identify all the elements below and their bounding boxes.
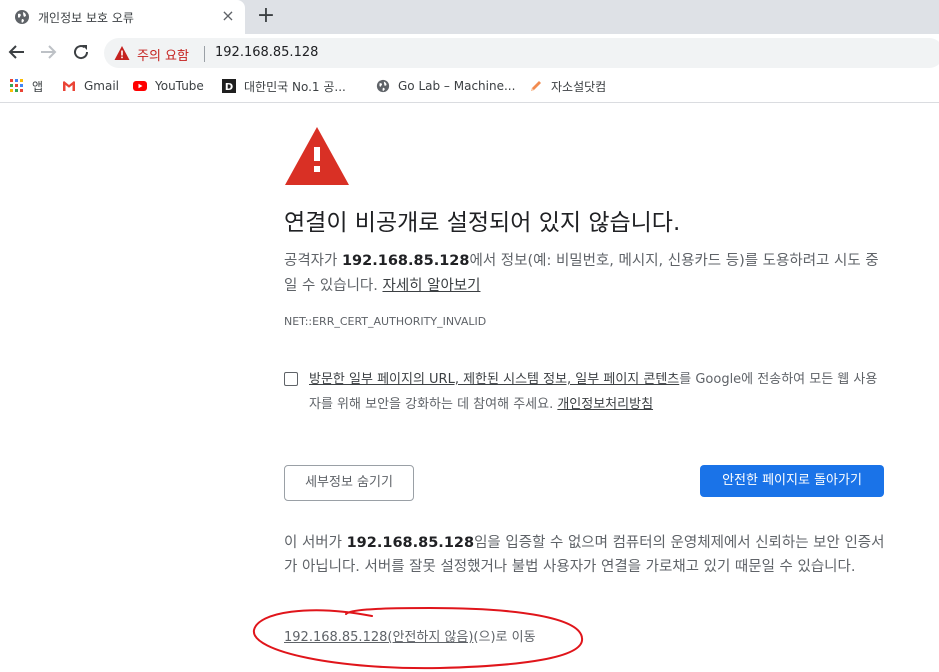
reload-icon[interactable] xyxy=(69,40,93,64)
bookmark-label: 대한민국 No.1 공... xyxy=(244,79,346,94)
detail-text: 이 서버가 xyxy=(284,535,347,551)
bookmark-label: 자소설닷컴 xyxy=(551,79,607,94)
new-tab-button[interactable]: + xyxy=(255,5,277,27)
tab-title: 개인정보 보호 오류 xyxy=(38,11,134,25)
bookmark-youtube[interactable]: YouTube xyxy=(133,77,204,95)
privacy-policy-link[interactable]: 개인정보처리방침 xyxy=(557,397,653,412)
bookmark-golab[interactable]: Go Lab – Machine... xyxy=(376,77,515,95)
back-to-safety-button[interactable]: 안전한 페이지로 돌아가기 xyxy=(700,465,884,497)
desc-host: 192.168.85.128 xyxy=(341,253,470,269)
optin-data-link[interactable]: 방문한 일부 페이지의 URL, 제한된 시스템 정보, 일부 페이지 콘텐츠 xyxy=(309,372,679,387)
optin-text: 방문한 일부 페이지의 URL, 제한된 시스템 정보, 일부 페이지 콘텐츠를… xyxy=(309,367,889,417)
not-secure-label[interactable]: 주의 요함 xyxy=(137,45,189,64)
gmail-icon xyxy=(63,81,75,91)
warning-triangle-icon[interactable] xyxy=(114,45,130,61)
desc-text: 공격자가 xyxy=(284,253,342,269)
address-bar[interactable]: 주의 요함 192.168.85.128 xyxy=(104,38,939,68)
hide-details-button[interactable]: 세부정보 숨기기 xyxy=(284,465,414,501)
bookmarks-bar: 앱 Gmail YouTube D 대한민국 No.1 공... Go Lab … xyxy=(0,70,939,103)
bookmark-label: Gmail xyxy=(84,79,120,93)
globe-icon xyxy=(376,79,390,93)
apps-grid-icon xyxy=(10,79,23,92)
youtube-icon xyxy=(133,81,147,91)
globe-icon xyxy=(15,10,29,24)
bookmark-label: 앱 xyxy=(32,79,44,94)
bookmark-jasoseol[interactable]: 자소설닷컴 xyxy=(529,77,606,95)
close-tab-icon[interactable]: × xyxy=(218,6,238,26)
warning-description: 공격자가 192.168.85.128에서 정보(예: 비밀번호, 메시지, 신… xyxy=(284,249,884,299)
detail-host: 192.168.85.128 xyxy=(346,535,475,551)
bookmark-dongA[interactable]: D 대한민국 No.1 공... xyxy=(222,77,346,95)
bookmark-apps[interactable]: 앱 xyxy=(10,77,43,95)
bookmark-label: Go Lab – Machine... xyxy=(398,79,516,93)
pen-icon xyxy=(531,81,541,91)
details-text: 이 서버가 192.168.85.128임을 입증할 수 없으며 컴퓨터의 운영… xyxy=(284,531,889,579)
error-code: NET::ERR_CERT_AUTHORITY_INVALID xyxy=(284,315,487,328)
forward-arrow-icon[interactable] xyxy=(36,40,60,64)
svg-text:D: D xyxy=(225,82,233,93)
back-arrow-icon[interactable] xyxy=(5,40,29,64)
tab-privacy-error[interactable]: 개인정보 보호 오류 × xyxy=(0,0,245,34)
annotation-circle xyxy=(252,606,584,670)
big-warning-icon xyxy=(285,127,349,185)
page-title: 연결이 비공개로 설정되어 있지 않습니다. xyxy=(284,210,681,236)
learn-more-link[interactable]: 자세히 알아보기 xyxy=(382,278,480,294)
bookmark-label: YouTube xyxy=(155,79,204,93)
d-logo-icon: D xyxy=(222,79,236,93)
toolbar: 주의 요함 192.168.85.128 xyxy=(0,34,939,70)
optin-checkbox[interactable] xyxy=(284,372,298,386)
bookmark-gmail[interactable]: Gmail xyxy=(62,77,119,95)
tab-strip: 개인정보 보호 오류 × + xyxy=(0,0,939,34)
omnibox-divider xyxy=(204,46,205,62)
url-text[interactable]: 192.168.85.128 xyxy=(215,45,318,60)
